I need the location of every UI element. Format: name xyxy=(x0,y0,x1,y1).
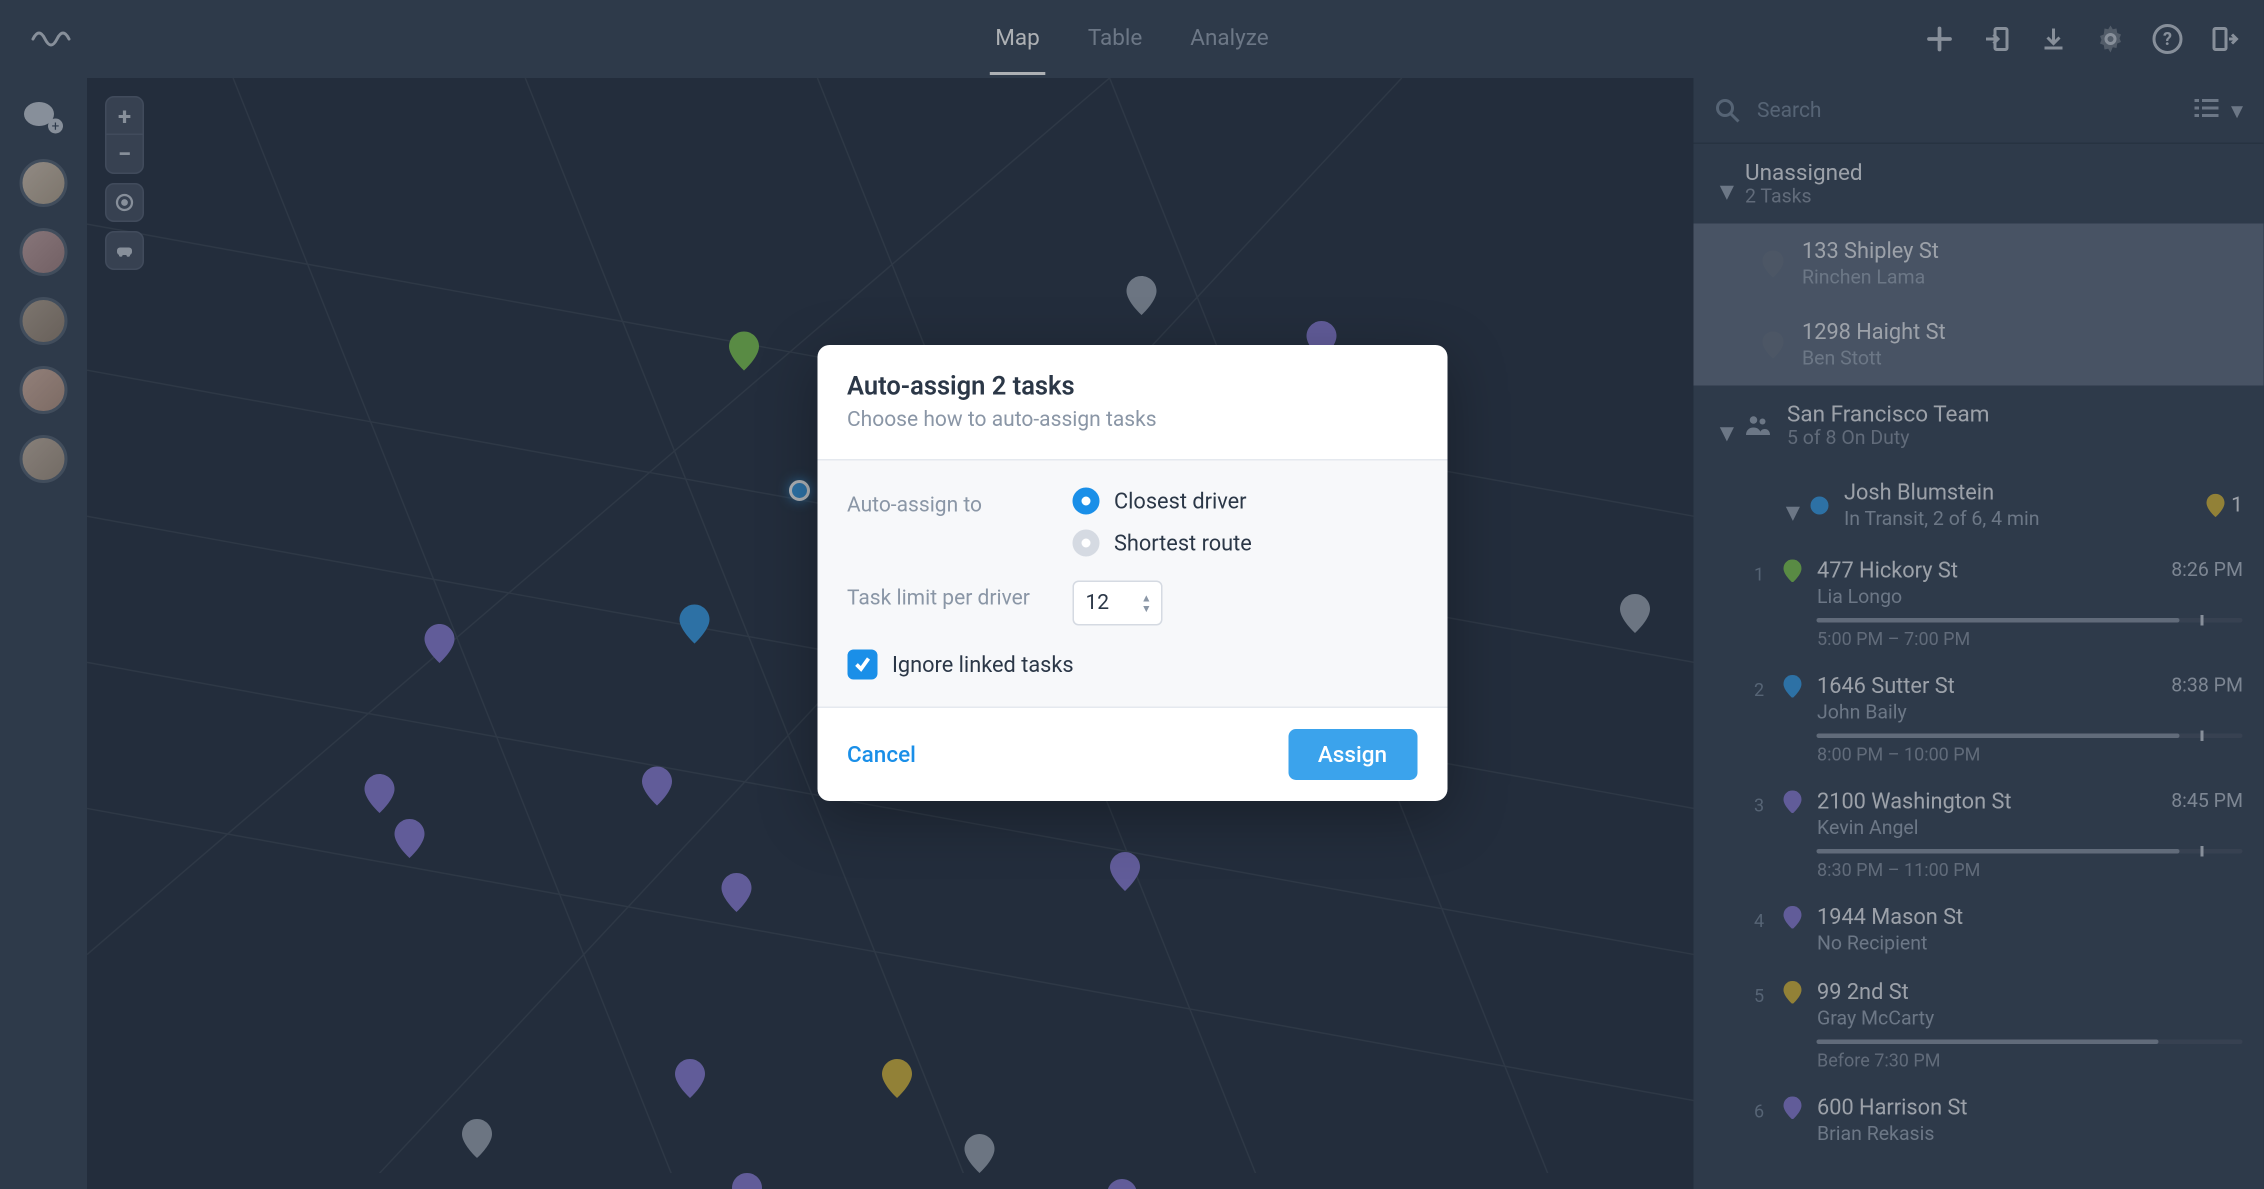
auto-assign-modal: Auto-assign 2 tasks Choose how to auto-a… xyxy=(817,345,1447,801)
radio-icon xyxy=(1072,488,1099,515)
modal-title: Auto-assign 2 tasks xyxy=(847,372,1417,402)
checkbox-icon xyxy=(847,650,877,680)
form-label: Task limit per driver xyxy=(847,581,1042,611)
modal-overlay: Auto-assign 2 tasks Choose how to auto-a… xyxy=(0,0,2264,1189)
radio-shortest-route[interactable]: Shortest route xyxy=(1072,530,1252,557)
radio-label: Shortest route xyxy=(1114,530,1252,556)
ignore-linked-checkbox-row[interactable]: Ignore linked tasks xyxy=(847,650,1417,680)
cancel-button[interactable]: Cancel xyxy=(847,741,916,768)
radio-icon xyxy=(1072,530,1099,557)
step-up-icon[interactable]: ▲ xyxy=(1141,593,1151,602)
radio-closest-driver[interactable]: Closest driver xyxy=(1072,488,1252,515)
form-label: Auto-assign to xyxy=(847,488,1042,518)
checkbox-label: Ignore linked tasks xyxy=(892,652,1074,678)
radio-label: Closest driver xyxy=(1114,488,1247,514)
stepper-value: 12 xyxy=(1085,591,1109,615)
step-down-icon[interactable]: ▼ xyxy=(1141,604,1151,613)
task-limit-stepper[interactable]: 12 ▲ ▼ xyxy=(1072,581,1162,626)
assign-button[interactable]: Assign xyxy=(1288,729,1417,780)
modal-subtitle: Choose how to auto-assign tasks xyxy=(847,408,1417,432)
